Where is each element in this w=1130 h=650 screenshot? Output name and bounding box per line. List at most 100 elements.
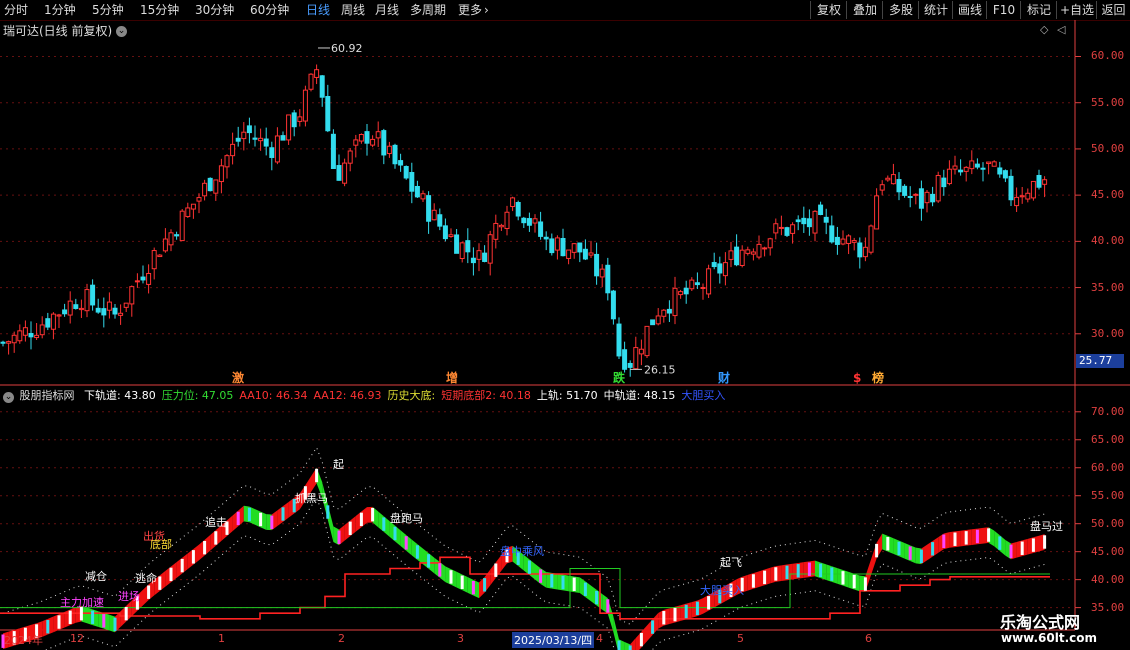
- main-y-label: 45.00: [1091, 188, 1125, 202]
- candle-body: [678, 291, 684, 296]
- signal-label-13: 盘马过: [1030, 519, 1063, 533]
- candle-body: [1002, 170, 1008, 179]
- candle-body: [246, 125, 252, 134]
- event-mark-5: 榜: [872, 370, 884, 385]
- candle: [672, 276, 678, 325]
- candle-body: [605, 264, 611, 294]
- candle-body: [986, 161, 992, 165]
- candle-body: [857, 242, 863, 258]
- candle: [118, 304, 124, 325]
- last-price-badge: 25.77: [1076, 354, 1124, 368]
- candle-body: [330, 133, 336, 169]
- candle-body: [577, 242, 583, 253]
- candle-body: [403, 166, 409, 179]
- candle-body: [722, 262, 728, 277]
- candle-body: [885, 177, 891, 181]
- candle: [958, 159, 964, 176]
- candle-body: [207, 177, 213, 192]
- kline-chart-canvas[interactable]: ◇ ◁ 60.9226.15激增跌财 $ 榜减仓 逃命出货底部进场追击起抓黑马主力加速盘…: [0, 0, 1130, 650]
- candle-body: [482, 252, 488, 262]
- candle-body: [263, 138, 269, 147]
- signal-label-12: 起飞: [720, 556, 742, 569]
- candle: [879, 180, 885, 196]
- diamond-icon: ◇: [1040, 23, 1049, 36]
- candle-body: [493, 222, 499, 240]
- candle-body: [599, 268, 605, 278]
- candle: [470, 247, 476, 276]
- candle-body: [185, 207, 191, 218]
- candle-body: [594, 253, 600, 277]
- ind-bar: [942, 534, 946, 548]
- ind-bar: [191, 550, 195, 564]
- candle-body: [381, 130, 387, 156]
- candle-body: [420, 193, 426, 200]
- candle-body: [521, 217, 527, 224]
- candle-body: [134, 280, 140, 283]
- candle: [218, 158, 224, 194]
- candle: [829, 215, 835, 244]
- candle: [521, 216, 527, 229]
- ind-bar: [158, 576, 162, 590]
- candle: [594, 242, 600, 285]
- candle: [722, 252, 728, 286]
- ind-bar: [595, 590, 599, 605]
- candle-body: [95, 307, 101, 313]
- candle-body: [11, 334, 17, 344]
- candle-body: [812, 210, 818, 234]
- candle-body: [1025, 192, 1031, 200]
- candle-body: [739, 249, 745, 266]
- candle: [694, 272, 700, 290]
- ind-y-label: 60.00: [1091, 460, 1125, 474]
- candle-body: [1036, 174, 1042, 188]
- ind-bar: [1031, 538, 1035, 552]
- candle-body: [308, 73, 314, 90]
- ind-y-label: 40.00: [1091, 572, 1125, 586]
- candle: [605, 257, 611, 301]
- ind-y-label: 50.00: [1091, 516, 1125, 530]
- candle-body: [213, 179, 219, 194]
- ind-bar: [527, 560, 531, 574]
- candle-body: [700, 286, 706, 289]
- candle: [560, 228, 566, 257]
- ind-bar: [348, 521, 352, 536]
- candle: [73, 298, 79, 310]
- candle-body: [17, 330, 23, 342]
- ind-bar: [572, 577, 576, 592]
- candle-body: [241, 131, 247, 140]
- candle: [941, 169, 947, 196]
- candle-body: [588, 252, 594, 256]
- ind-bar: [987, 528, 991, 542]
- candle-body: [907, 196, 913, 199]
- candle-body: [62, 309, 68, 315]
- candle: [980, 162, 986, 182]
- candle: [498, 223, 504, 231]
- candle: [375, 121, 381, 148]
- signal-label-9: 盘中乘风: [500, 544, 544, 558]
- main-y-label: 50.00: [1091, 141, 1125, 155]
- ind-bar: [359, 512, 363, 527]
- ind-bar: [931, 542, 935, 556]
- candle: [17, 324, 23, 344]
- ind-bar: [919, 549, 923, 564]
- candle: [577, 242, 583, 263]
- ind-bar: [539, 569, 543, 583]
- candle: [269, 141, 275, 171]
- candle: [414, 180, 420, 198]
- candle: [308, 73, 314, 92]
- candle: [745, 246, 751, 256]
- candle: [347, 148, 353, 172]
- candle: [45, 312, 51, 331]
- candle-body: [980, 167, 986, 170]
- ind-bar: [763, 570, 767, 585]
- candle: [952, 155, 958, 175]
- ind-bar: [673, 607, 677, 622]
- ind-bar: [1009, 544, 1013, 559]
- candle: [616, 317, 622, 360]
- candle: [420, 190, 426, 203]
- candle-body: [291, 112, 297, 128]
- candle: [918, 180, 924, 221]
- candle: [174, 231, 180, 240]
- candle: [868, 224, 874, 255]
- candle-body: [437, 214, 443, 227]
- candle-body: [375, 131, 381, 139]
